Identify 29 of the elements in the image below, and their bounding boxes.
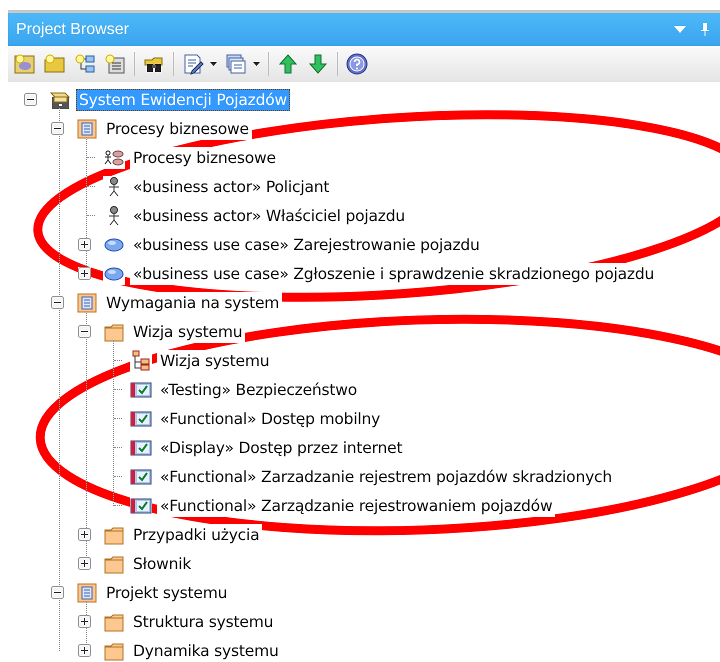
caret-icon[interactable] (210, 62, 217, 66)
up-arrow-icon[interactable] (277, 53, 299, 75)
package-icon (76, 292, 98, 314)
collapse-icon[interactable] (78, 325, 91, 338)
down-arrow-icon[interactable] (307, 53, 329, 75)
help-icon[interactable] (346, 53, 368, 75)
checked-requirement-icon (130, 494, 152, 516)
expand-icon[interactable] (78, 238, 91, 251)
hierarchy-icon (130, 350, 152, 372)
collapse-icon[interactable] (51, 586, 64, 599)
pin-icon[interactable] (700, 23, 710, 36)
stacked-windows-icon[interactable] (225, 53, 247, 75)
expand-icon[interactable] (78, 557, 91, 570)
package-icon (76, 118, 98, 140)
new-folder-icon[interactable] (44, 53, 66, 75)
new-element-icon[interactable] (104, 53, 126, 75)
collapse-icon[interactable] (24, 93, 37, 106)
collapse-icon[interactable] (51, 296, 64, 309)
document-edit-icon[interactable] (182, 53, 204, 75)
expand-icon[interactable] (78, 267, 91, 280)
expand-icon[interactable] (78, 644, 91, 657)
collapse-icon[interactable] (51, 122, 64, 135)
expand-icon[interactable] (78, 615, 91, 628)
new-diagram-icon[interactable] (74, 53, 96, 75)
caret-icon[interactable] (253, 62, 260, 66)
new-model-icon[interactable] (14, 53, 36, 75)
panel-title: Project Browser (16, 20, 129, 38)
expand-icon[interactable] (78, 528, 91, 541)
package-icon (76, 582, 98, 604)
